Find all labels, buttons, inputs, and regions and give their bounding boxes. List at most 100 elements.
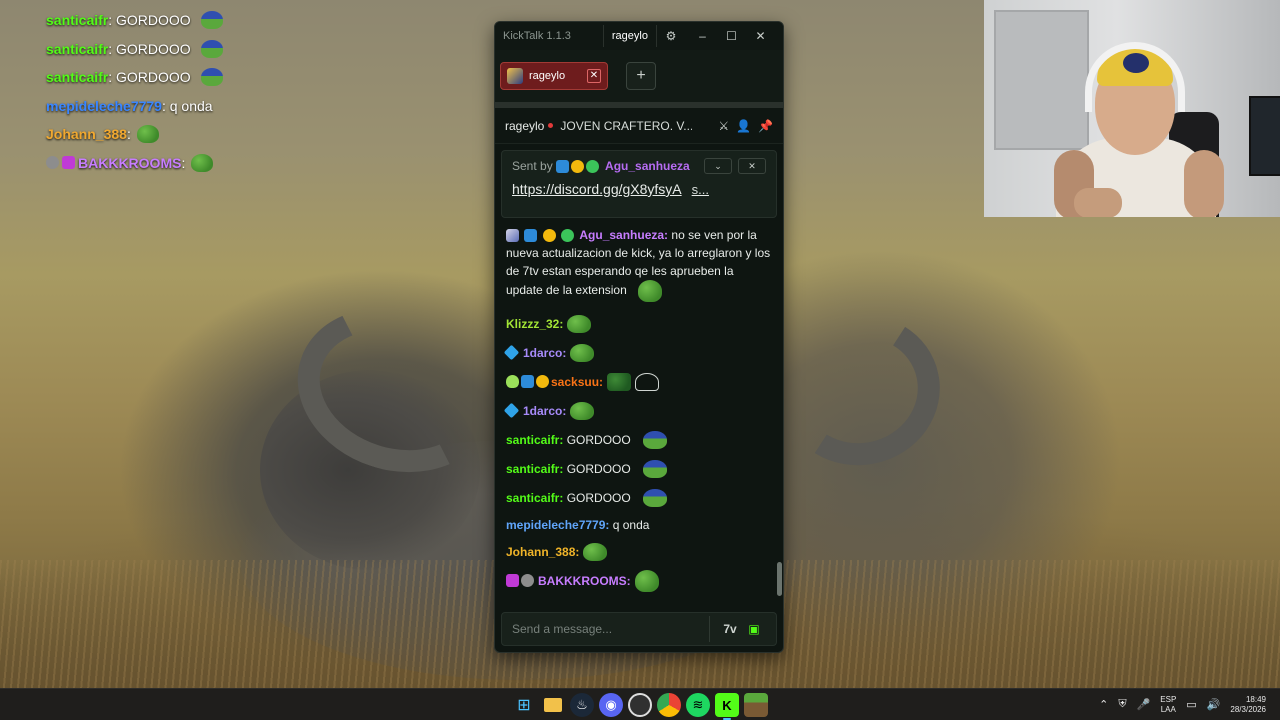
chat-username[interactable]: Johann_388: — [506, 543, 579, 561]
chevron-up-icon[interactable]: ⌃ — [1099, 698, 1108, 711]
badge-icon — [62, 156, 75, 170]
chat-message: Johann_388: — [506, 538, 772, 566]
chat-username[interactable]: Agu_sanhueza: — [579, 228, 668, 242]
live-indicator-icon — [548, 123, 554, 128]
title-bar[interactable]: KickTalk 1.1.3 rageylo ⚙ – ☐ ✕ — [495, 22, 783, 50]
pepe-emote — [567, 314, 592, 333]
chat-username[interactable]: BAKKKROOMS: — [538, 572, 631, 590]
pinned-user[interactable]: Agu_sanhueza — [605, 159, 690, 173]
chat-input[interactable] — [512, 622, 701, 636]
chat-username[interactable]: santicaifr: — [506, 460, 563, 478]
pepe-emote — [634, 569, 659, 592]
badge-icon — [521, 574, 534, 587]
kick-emote-icon[interactable]: ▣ — [742, 619, 766, 639]
badge-icon — [503, 344, 520, 361]
discord-icon[interactable]: ◉ — [599, 693, 623, 717]
chrome-icon[interactable] — [657, 693, 681, 717]
volume-icon[interactable]: 🔊 — [1207, 698, 1221, 711]
title-user-button[interactable]: rageylo — [602, 25, 657, 47]
pin-icon[interactable]: 📌 — [758, 119, 773, 133]
wizard-emote — [635, 372, 660, 391]
chevron-down-icon[interactable]: ⌄ — [704, 158, 732, 174]
chat-username[interactable]: sacksuu: — [551, 373, 603, 391]
unpin-icon[interactable]: ✕ — [738, 158, 766, 174]
chat-message: BAKKKROOMS: — [506, 566, 772, 595]
close-tab-icon[interactable]: ✕ — [587, 69, 601, 83]
spotify-icon[interactable]: ≋ — [686, 693, 710, 717]
chat-text: GORDOOO — [566, 432, 631, 447]
badge-icon — [521, 375, 534, 388]
kicktalk-taskbar-icon[interactable]: K — [715, 693, 739, 720]
pepe-emote — [191, 153, 214, 172]
network-icon[interactable]: ▭ — [1186, 698, 1196, 711]
mod-sword-icon[interactable]: ⚔ — [718, 119, 729, 133]
chat-message: Agu_sanhueza: no se ven por la nueva act… — [506, 226, 772, 302]
chat-username[interactable]: mepideleche7779: — [506, 516, 609, 534]
overlay-chat: santicaifr: GORDOOO santicaifr: GORDOOO … — [46, 6, 306, 177]
chat-username[interactable]: Klizzz_32: — [506, 315, 563, 333]
clock-time: 18:49 — [1245, 694, 1266, 704]
kicktalk-window: KickTalk 1.1.3 rageylo ⚙ – ☐ ✕ rageylo ✕… — [494, 21, 784, 653]
pepe-emote — [583, 543, 608, 561]
gear-icon[interactable]: ⚙ — [657, 29, 685, 43]
close-icon[interactable]: ✕ — [746, 29, 775, 43]
overlay-chat-line: Johann_388: — [46, 120, 306, 149]
microphone-icon[interactable]: 🎤 — [1137, 698, 1151, 711]
chat-message: santicaifr: GORDOOO — [506, 483, 772, 512]
chat-message: 1darco: — [503, 338, 772, 367]
chat-tab-row: rageylo ✕ + — [495, 50, 783, 102]
language-code: ESP — [1160, 694, 1177, 704]
seventv-emote-icon[interactable]: 7v — [718, 619, 742, 639]
overlay-chat-line: santicaifr: GORDOOO — [46, 35, 306, 64]
security-icon[interactable]: ⛨ — [1118, 698, 1126, 711]
pinned-actions: ⌄ ✕ — [704, 158, 766, 174]
webcam-monitor — [1249, 96, 1280, 176]
webcam-feed — [984, 0, 1280, 217]
pinned-link[interactable]: https://discord.gg/gX8yfsyA — [512, 181, 682, 197]
pepe-hat-emote — [642, 488, 667, 507]
chat-username[interactable]: santicaifr: — [506, 431, 563, 449]
minimize-icon[interactable]: – — [688, 29, 717, 43]
pinned-message-body: https://discord.gg/gX8yfsyA s... — [512, 181, 766, 197]
taskbar: ⊞ ♨ ◉ ≋ K ⌃ ⛨ 🎤 ESP LAA ▭ 🔊 18:49 28/3/2… — [0, 688, 1280, 720]
stream-info-bar: rageylo JOVEN CRAFTERO. V... ⚔ 👤 📌 — [495, 108, 783, 144]
chat-username[interactable]: 1darco: — [523, 402, 566, 420]
steam-icon[interactable]: ♨ — [570, 693, 594, 717]
chat-text: q onda — [612, 518, 650, 532]
avatar — [507, 68, 523, 84]
overlay-chat-line: mepideleche7779: q onda — [46, 97, 213, 114]
verified-badge-icon — [586, 159, 600, 173]
pinned-header: Sent by Agu_sanhueza ⌄ ✕ — [512, 158, 766, 174]
pepe-emote — [607, 372, 632, 391]
badge-icon — [524, 229, 538, 243]
keyboard-layout: LAA — [1160, 704, 1176, 714]
pinned-message: Sent by Agu_sanhueza ⌄ ✕ https://discord… — [501, 150, 777, 218]
clock[interactable]: 18:49 28/3/2026 — [1230, 695, 1266, 715]
overlay-chat-text: q onda — [169, 97, 213, 114]
windows-start-icon[interactable]: ⊞ — [512, 693, 536, 717]
file-explorer-icon[interactable] — [541, 693, 565, 717]
add-tab-button[interactable]: + — [626, 62, 656, 90]
chat-message: santicaifr: GORDOOO — [506, 425, 772, 454]
badge-icon — [503, 402, 520, 419]
tab-rageylo[interactable]: rageylo ✕ — [500, 62, 608, 90]
chat-username[interactable]: 1darco: — [523, 344, 566, 362]
chat-scrollbar[interactable] — [777, 562, 782, 596]
obs-icon[interactable] — [628, 693, 652, 717]
channel-name[interactable]: rageylo — [505, 119, 544, 133]
user-icon[interactable]: 👤 — [736, 119, 751, 133]
minecraft-icon[interactable] — [744, 693, 768, 717]
overlay-chat-text: GORDOOO — [116, 40, 191, 57]
maximize-icon[interactable]: ☐ — [717, 29, 746, 43]
stream-actions: ⚔ 👤 📌 — [718, 119, 773, 133]
system-tray: ⌃ ⛨ 🎤 ESP LAA ▭ 🔊 18:49 28/3/2026 — [1099, 689, 1266, 720]
clock-date: 28/3/2026 — [1230, 704, 1266, 714]
badge-icon — [542, 229, 556, 243]
language-indicator[interactable]: ESP LAA — [1160, 695, 1176, 715]
divider — [709, 616, 710, 642]
pepe-hat-emote — [200, 68, 223, 87]
chat-text: GORDOOO — [566, 490, 631, 505]
overlay-chat-text: GORDOOO — [116, 12, 191, 29]
chat-username[interactable]: santicaifr: — [506, 489, 563, 507]
window-controls: – ☐ ✕ — [688, 29, 775, 43]
